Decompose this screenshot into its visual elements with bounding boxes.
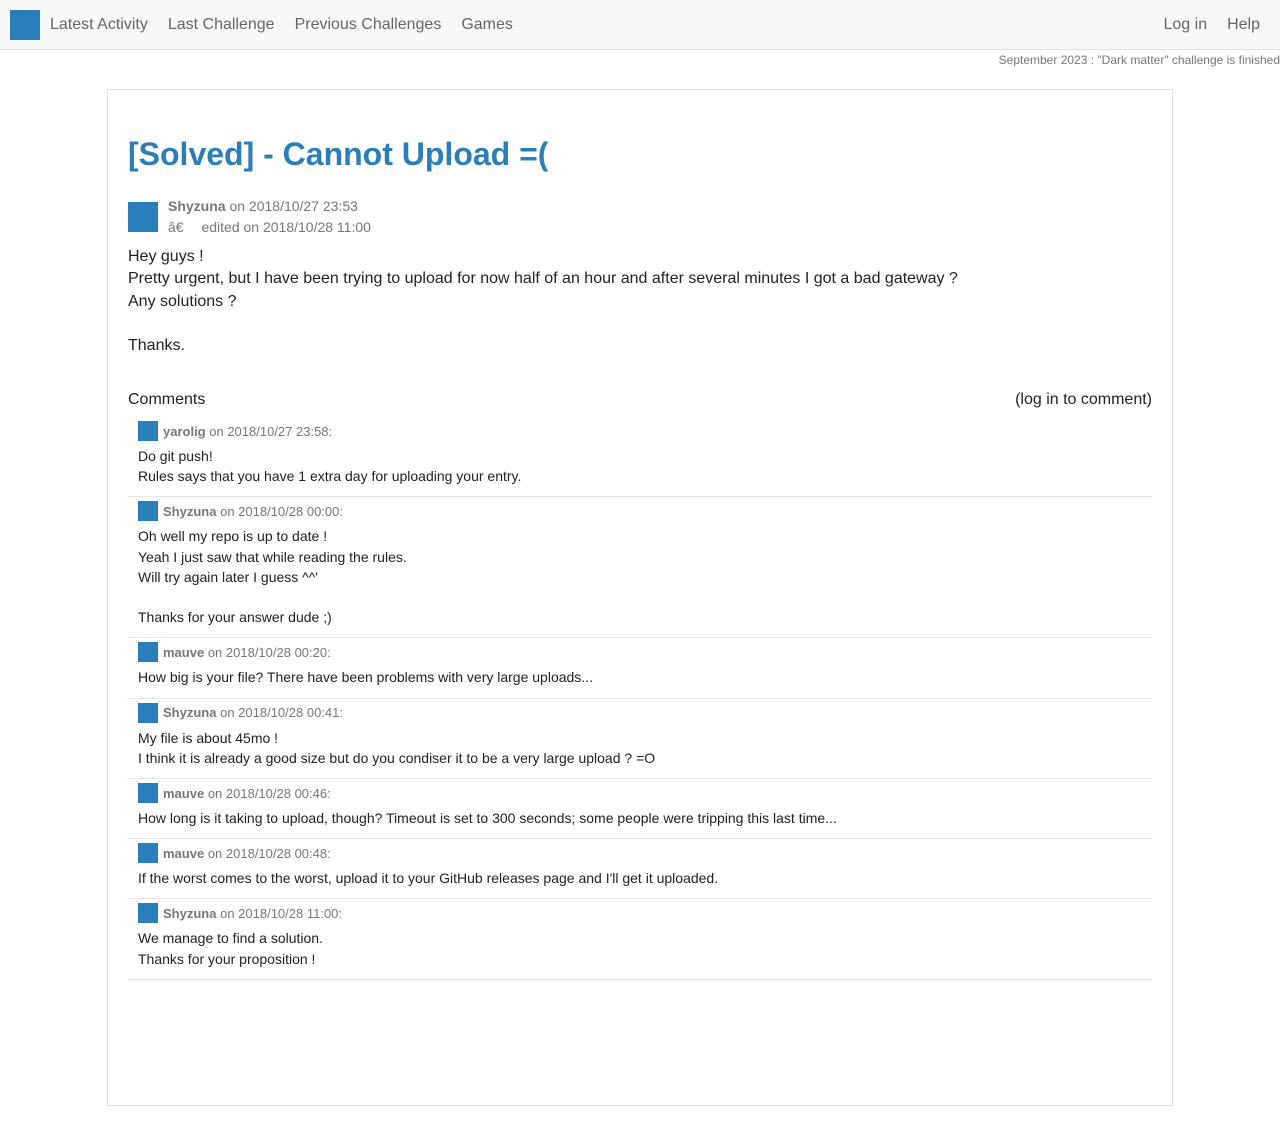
comment-header: mauve on 2018/10/28 00:48:: [138, 843, 1142, 864]
comment-date: on 2018/10/28 11:00:: [220, 905, 343, 921]
comment-date: on 2018/10/28 00:00:: [220, 503, 343, 519]
comment-item: mauve on 2018/10/28 00:46: How long is it…: [128, 779, 1152, 840]
comment-meta: yarolig on 2018/10/27 23:58:: [163, 424, 332, 439]
comment-line: [138, 587, 1142, 607]
nav-latest-activity[interactable]: Latest Activity: [50, 0, 148, 50]
avatar[interactable]: [138, 783, 158, 804]
login-link[interactable]: Log in: [1164, 0, 1208, 50]
comment-body: My file is about 45mo ! I think it is alr…: [138, 728, 1142, 768]
comment-header: mauve on 2018/10/28 00:46:: [138, 783, 1142, 804]
comment-author[interactable]: yarolig: [163, 424, 206, 439]
comment-body: If the worst comes to the worst, upload …: [138, 868, 1142, 888]
post-body: Hey guys ! Pretty urgent, but I have bee…: [128, 246, 1148, 358]
comment-body: How long is it taking to upload, though?…: [138, 808, 1142, 828]
login-to-comment-link[interactable]: (log in to comment): [1015, 388, 1152, 412]
comment-date: on 2018/10/28 00:46:: [207, 785, 331, 801]
user-nav: Log in Help: [1164, 0, 1280, 50]
post-body-spacer: [128, 313, 1148, 335]
announcement-banner: September 2023 : "Dark matter" challenge…: [998, 53, 1280, 67]
avatar[interactable]: [138, 843, 158, 864]
post-body-line: Thanks.: [128, 337, 185, 355]
comment-line: Thanks for your proposition !: [138, 950, 316, 967]
comment-body: Do git push! Rules says that you have 1 e…: [138, 446, 1142, 486]
main-nav: Latest Activity Last Challenge Previous …: [50, 0, 533, 50]
comment-header: Shyzuna on 2018/10/28 00:00:: [138, 501, 1142, 522]
site-logo[interactable]: [10, 10, 40, 40]
comment-meta: Shyzuna on 2018/10/28 11:00:: [163, 906, 342, 921]
comment-item: Shyzuna on 2018/10/28 00:00: Oh well my r…: [128, 497, 1152, 639]
comment-header: Shyzuna on 2018/10/28 00:41:: [138, 702, 1142, 723]
nav-previous-challenges[interactable]: Previous Challenges: [295, 0, 442, 50]
comment-meta: mauve on 2018/10/28 00:48:: [163, 846, 331, 861]
comment-line: My file is about 45mo !: [138, 729, 279, 746]
edit-symbol: â€: [168, 219, 184, 235]
post-edited: edited on 2018/10/28 11:00: [201, 219, 371, 235]
comment-body: Oh well my repo is up to date ! Yeah I ju…: [138, 526, 1142, 627]
avatar[interactable]: [138, 702, 158, 723]
post-body-line: Pretty urgent, but I have been trying to…: [128, 270, 958, 288]
comment-body: How big is your file? There have been pr…: [138, 667, 1142, 687]
comment-author[interactable]: Shyzuna: [163, 906, 216, 921]
comment-header: yarolig on 2018/10/27 23:58:: [138, 421, 1142, 441]
comment-body: We manage to find a solution. Thanks for …: [138, 928, 1142, 968]
nav-games[interactable]: Games: [461, 0, 513, 50]
page-title: [Solved] - Cannot Upload =(: [128, 136, 549, 172]
avatar[interactable]: [138, 421, 158, 441]
avatar[interactable]: [138, 642, 158, 663]
comment-date: on 2018/10/28 00:41:: [220, 705, 343, 721]
comment-item: mauve on 2018/10/28 00:48: If the worst c…: [128, 839, 1152, 900]
avatar[interactable]: [128, 202, 158, 232]
comment-line: Will try again later I guess ^^': [138, 568, 318, 585]
comment-author[interactable]: Shyzuna: [163, 504, 216, 519]
comment-line: Do git push!: [138, 448, 213, 464]
post-body-line: Hey guys !: [128, 248, 204, 265]
comment-author[interactable]: mauve: [163, 786, 204, 801]
comment-line: Thanks for your answer dude ;): [138, 609, 332, 626]
comment-date: on 2018/10/28 00:20:: [207, 644, 331, 660]
top-navigation-bar: Latest Activity Last Challenge Previous …: [0, 0, 1280, 50]
comment-header: mauve on 2018/10/28 00:20:: [138, 642, 1142, 663]
post-panel: [Solved] - Cannot Upload =( Shyzuna on 2…: [107, 89, 1173, 1106]
comment-author[interactable]: mauve: [163, 645, 204, 660]
avatar[interactable]: [138, 903, 158, 924]
comment-author[interactable]: mauve: [163, 846, 204, 861]
comment-line: How long is it taking to upload, though?…: [138, 810, 837, 827]
post-date: on 2018/10/27 23:53: [229, 198, 358, 214]
comment-line: We manage to find a solution.: [138, 930, 323, 947]
comment-item: Shyzuna on 2018/10/28 00:41: My file is a…: [128, 699, 1152, 780]
comment-item: Shyzuna on 2018/10/28 11:00: We manage to…: [128, 899, 1152, 980]
comment-item: mauve on 2018/10/28 00:20: How big is you…: [128, 638, 1152, 699]
nav-last-challenge[interactable]: Last Challenge: [168, 0, 275, 50]
comment-header: Shyzuna on 2018/10/28 11:00:: [138, 903, 1142, 924]
post-author[interactable]: Shyzuna: [168, 198, 226, 214]
comment-line: Rules says that you have 1 extra day for…: [138, 468, 522, 485]
comment-author[interactable]: Shyzuna: [163, 705, 216, 720]
post-body-line: Any solutions ?: [128, 292, 237, 310]
comments-header: Comments (log in to comment): [128, 388, 1152, 412]
comment-date: on 2018/10/28 00:48:: [207, 845, 331, 861]
comment-meta: Shyzuna on 2018/10/28 00:41:: [163, 705, 343, 720]
post-meta: Shyzuna on 2018/10/27 23:53 â€ edited on…: [168, 196, 371, 238]
comment-line: Yeah I just saw that while reading the r…: [138, 548, 407, 565]
avatar[interactable]: [138, 501, 158, 522]
comments-label: Comments: [128, 391, 206, 408]
comment-line: Oh well my repo is up to date !: [138, 528, 328, 545]
comment-meta: mauve on 2018/10/28 00:46:: [163, 786, 331, 801]
comments-list: yarolig on 2018/10/27 23:58: Do git push!…: [128, 417, 1152, 980]
comment-meta: mauve on 2018/10/28 00:20:: [163, 645, 331, 660]
comment-line: I think it is already a good size but do…: [138, 749, 656, 766]
comment-date: on 2018/10/27 23:58:: [209, 423, 333, 439]
comment-line: How big is your file? There have been pr…: [138, 669, 593, 686]
help-link[interactable]: Help: [1227, 0, 1260, 50]
comment-item: yarolig on 2018/10/27 23:58: Do git push!…: [128, 417, 1152, 498]
comment-line: If the worst comes to the worst, upload …: [138, 870, 719, 887]
comment-meta: Shyzuna on 2018/10/28 00:00:: [163, 504, 343, 519]
